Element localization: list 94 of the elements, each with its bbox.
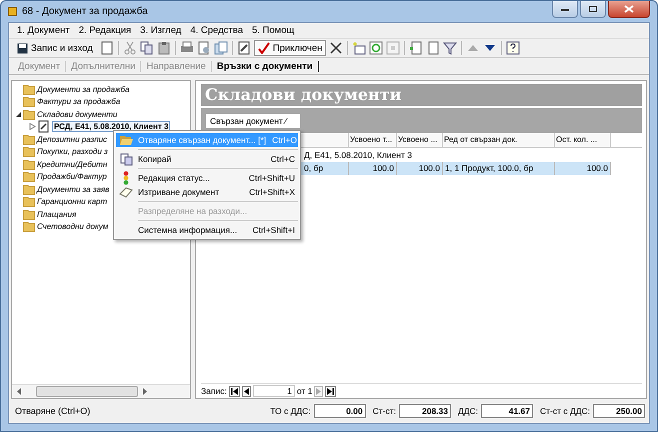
page-icon[interactable] (409, 41, 424, 55)
column-header[interactable]: Усвоено т... (349, 133, 397, 147)
last-icon (327, 388, 334, 394)
close-icon[interactable] (329, 41, 344, 55)
next-icon (316, 388, 322, 394)
close-icon (624, 5, 634, 13)
window-title: 68 - Документ за продажба (22, 6, 149, 17)
last-record-button[interactable] (325, 386, 336, 396)
tree-item[interactable]: Счетоводни докум (36, 222, 110, 232)
check-mark-icon (258, 42, 270, 54)
folder-icon (23, 184, 35, 195)
tree-item[interactable]: Гаранционни карт (36, 197, 108, 206)
right-arrow-icon[interactable] (142, 388, 148, 395)
menu-item[interactable]: 2. Редакция (78, 25, 132, 36)
total-field[interactable]: 41.67 (481, 404, 533, 418)
horizontal-scrollbar[interactable] (12, 384, 190, 398)
page-icon[interactable] (426, 41, 440, 55)
pages-icon[interactable] (214, 41, 228, 55)
folder-icon (23, 221, 35, 232)
tree-item[interactable]: Покупки, разходи з (36, 147, 109, 156)
folder-icon (23, 84, 35, 95)
tree-item[interactable]: Документи за заяв (36, 184, 110, 194)
tree-item[interactable]: Продажби/Фактур (36, 172, 108, 182)
help-icon[interactable] (506, 41, 520, 55)
menu-item[interactable]: 4. Средства (190, 25, 243, 36)
folder-icon (23, 208, 35, 220)
page-icon[interactable] (100, 41, 114, 55)
column-header[interactable]: Ред от свързан док. (443, 133, 555, 147)
context-menu-item[interactable]: Системна информация... Ctrl+Shift+I (116, 223, 298, 237)
edit-page-icon[interactable] (236, 41, 251, 55)
folder-icon (23, 196, 35, 208)
tree-item[interactable]: Документи за продажба (36, 84, 130, 94)
previous-icon (244, 388, 249, 394)
folder-icon (23, 108, 35, 120)
table-cell: 100.0 (397, 162, 443, 175)
context-menu-item[interactable]: Изтриване документ Ctrl+Shift+X (116, 185, 298, 199)
folder-icon (23, 146, 35, 158)
panel-title: Складови документи (201, 84, 642, 106)
previous-record-button[interactable] (242, 386, 251, 396)
column-header[interactable]: Ост. кол. ... (555, 133, 611, 147)
folder-icon (23, 158, 35, 170)
status-message: Отваряне (Ctrl+O) (15, 406, 92, 416)
folder-icon (119, 134, 133, 146)
total-field[interactable]: 0.00 (314, 404, 366, 418)
group-row-label: Д, E41, 5.08.2010, Клиент 3 (304, 150, 412, 160)
maximize-icon (588, 5, 598, 13)
minimize-icon (560, 6, 570, 12)
record-label: Запис: (201, 386, 227, 396)
copy-icon[interactable] (140, 41, 154, 55)
total-field[interactable]: 208.33 (398, 404, 451, 418)
total-field[interactable]: 250.00 (593, 404, 645, 418)
first-record-button[interactable] (228, 386, 240, 396)
tree-item[interactable]: Депозитни разпис (36, 134, 108, 144)
traffic-light-icon (122, 171, 130, 185)
copy-icon (120, 152, 132, 166)
table-cell: 100.0 (555, 162, 611, 175)
print-icon[interactable] (180, 41, 194, 55)
save-exit-button[interactable]: Запис и изход (13, 40, 97, 56)
filter-icon[interactable] (443, 41, 458, 55)
folder-icon (23, 134, 35, 145)
total-label: Ст-ст: (372, 406, 396, 416)
left-arrow-icon[interactable] (16, 388, 22, 395)
tree-item[interactable]: Складови документи (36, 110, 118, 119)
total-label: ДДС: (458, 406, 478, 416)
paste-icon[interactable] (156, 41, 171, 55)
total-label: Ст-ст с ДДС: (540, 406, 590, 416)
group-by-chip[interactable]: Свързан документ ⁄ (206, 114, 300, 128)
app-icon (8, 7, 17, 16)
table-cell: 100.0 (349, 162, 397, 175)
menu-item[interactable]: 5. Помощ (252, 25, 294, 36)
total-label: ТО с ДДС: (270, 406, 311, 416)
minimize-button[interactable] (552, 1, 578, 18)
first-icon (230, 388, 238, 394)
tree-item[interactable]: Плащания (36, 210, 78, 219)
close-button[interactable] (608, 1, 650, 18)
tree-item[interactable]: Кредитни/Дебитн (36, 160, 108, 169)
status-toggle-button[interactable]: Приключен (254, 40, 326, 56)
tree-item[interactable]: РСД, E41, 5.08.2010, Клиент 3 (52, 121, 170, 132)
document-icon (37, 120, 51, 134)
tree-item[interactable]: Фактури за продажба (36, 97, 122, 106)
record-number-field[interactable]: 1 (252, 385, 295, 397)
menu-item[interactable]: 3. Изглед (140, 25, 182, 36)
record-count: от 1 (296, 386, 312, 396)
preview-icon[interactable] (196, 41, 211, 55)
folder-icon (23, 171, 35, 182)
table-cell: 1, 1 Продукт, 100.0, бр (443, 162, 555, 175)
new-row-icon[interactable] (352, 41, 366, 55)
refresh-icon[interactable] (369, 41, 384, 55)
menu-item[interactable]: 1. Документ (17, 25, 70, 36)
eraser-icon (119, 186, 133, 198)
folder-icon (23, 96, 35, 108)
column-header[interactable]: Усвоено ... (397, 133, 443, 147)
maximize-button[interactable] (580, 1, 606, 18)
tab[interactable]: Връзки с документи (212, 60, 319, 72)
